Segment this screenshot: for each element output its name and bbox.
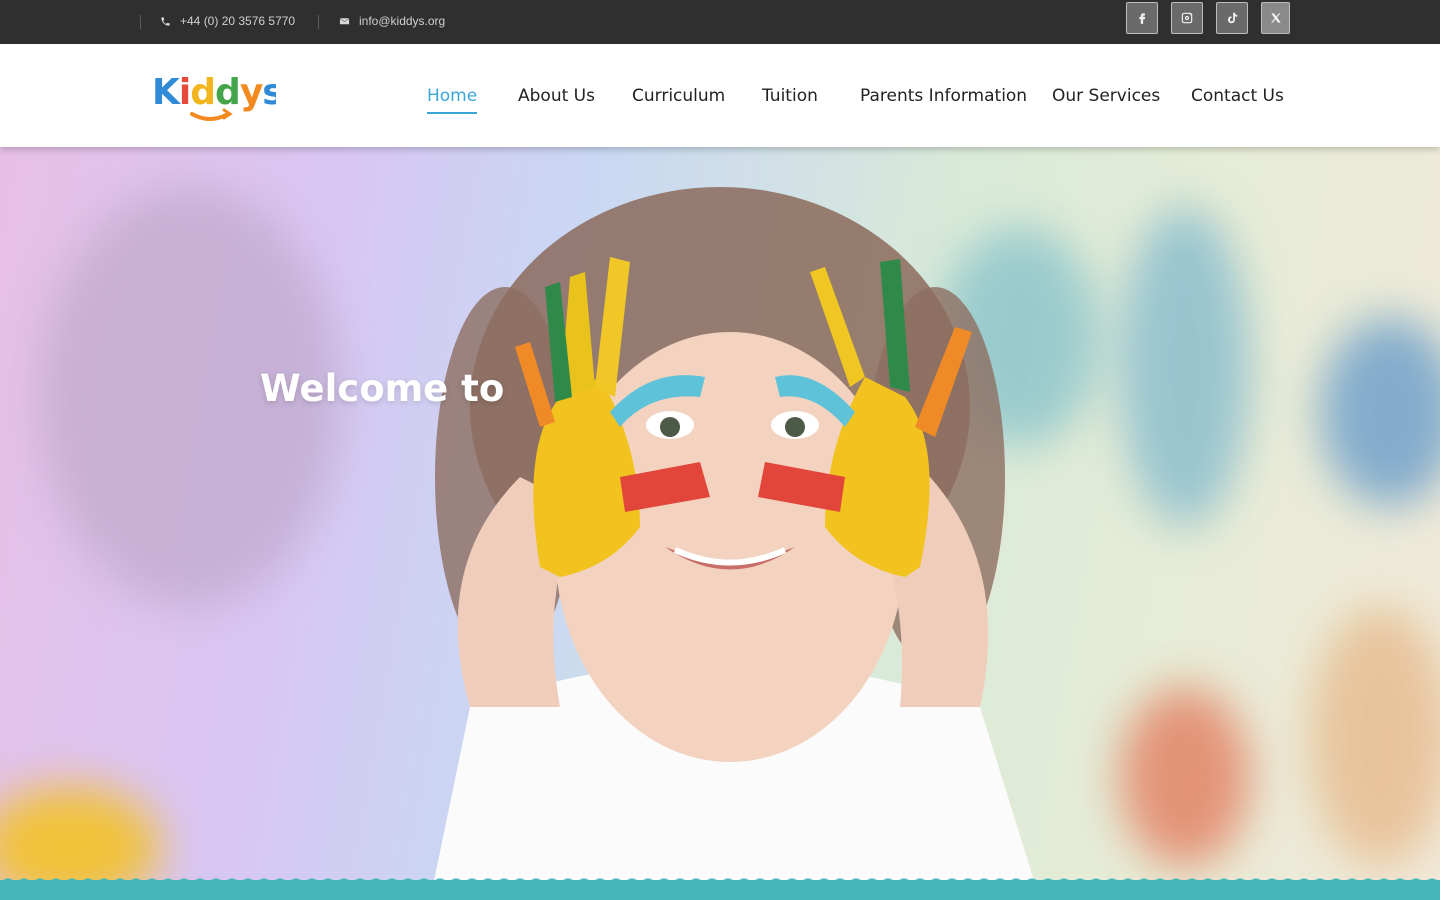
instagram-icon	[1181, 12, 1193, 24]
nav-our-services[interactable]: Our Services	[1052, 86, 1160, 106]
wave-divider	[0, 874, 1440, 900]
envelope-icon	[339, 17, 350, 24]
email-contact[interactable]: info@kiddys.org	[339, 14, 445, 28]
nav-curriculum[interactable]: Curriculum	[632, 86, 725, 106]
svg-text:Kiddys: Kiddys	[152, 72, 276, 113]
email-address[interactable]: info@kiddys.org	[359, 14, 445, 28]
child-photo	[430, 187, 1040, 900]
nav-about-us[interactable]: About Us	[518, 86, 595, 106]
nav-tuition[interactable]: Tuition	[762, 86, 818, 106]
phone-number[interactable]: +44 (0) 20 3576 5770	[180, 14, 295, 28]
facebook-link[interactable]	[1126, 2, 1158, 34]
separator	[318, 15, 319, 29]
x-twitter-icon	[1270, 13, 1281, 23]
instagram-link[interactable]	[1171, 2, 1203, 34]
nav-contact-us[interactable]: Contact Us	[1191, 86, 1284, 106]
phone-contact[interactable]: +44 (0) 20 3576 5770	[160, 14, 295, 28]
logo-letter: i	[179, 72, 190, 113]
tiktok-icon	[1227, 12, 1238, 24]
logo-letter: K	[152, 72, 181, 113]
phone-icon	[161, 16, 170, 26]
hero-banner: Welcome to	[0, 147, 1440, 900]
logo-letter: d	[190, 72, 215, 113]
facebook-icon	[1139, 13, 1146, 24]
logo-letter: s	[262, 72, 276, 113]
logo-letter: d	[215, 72, 240, 113]
top-bar: +44 (0) 20 3576 5770 info@kiddys.org	[0, 0, 1440, 44]
tiktok-link[interactable]	[1216, 2, 1248, 34]
logo-letter: y	[240, 72, 263, 113]
x-link[interactable]	[1261, 2, 1290, 34]
nav-parents-information[interactable]: Parents Information	[860, 86, 1027, 106]
nav-home[interactable]: Home	[427, 86, 478, 114]
separator	[140, 15, 141, 29]
kiddys-logo[interactable]: Kiddys	[152, 70, 276, 126]
wave-scallops	[0, 874, 1440, 886]
hero-heading: Welcome to	[260, 367, 505, 410]
